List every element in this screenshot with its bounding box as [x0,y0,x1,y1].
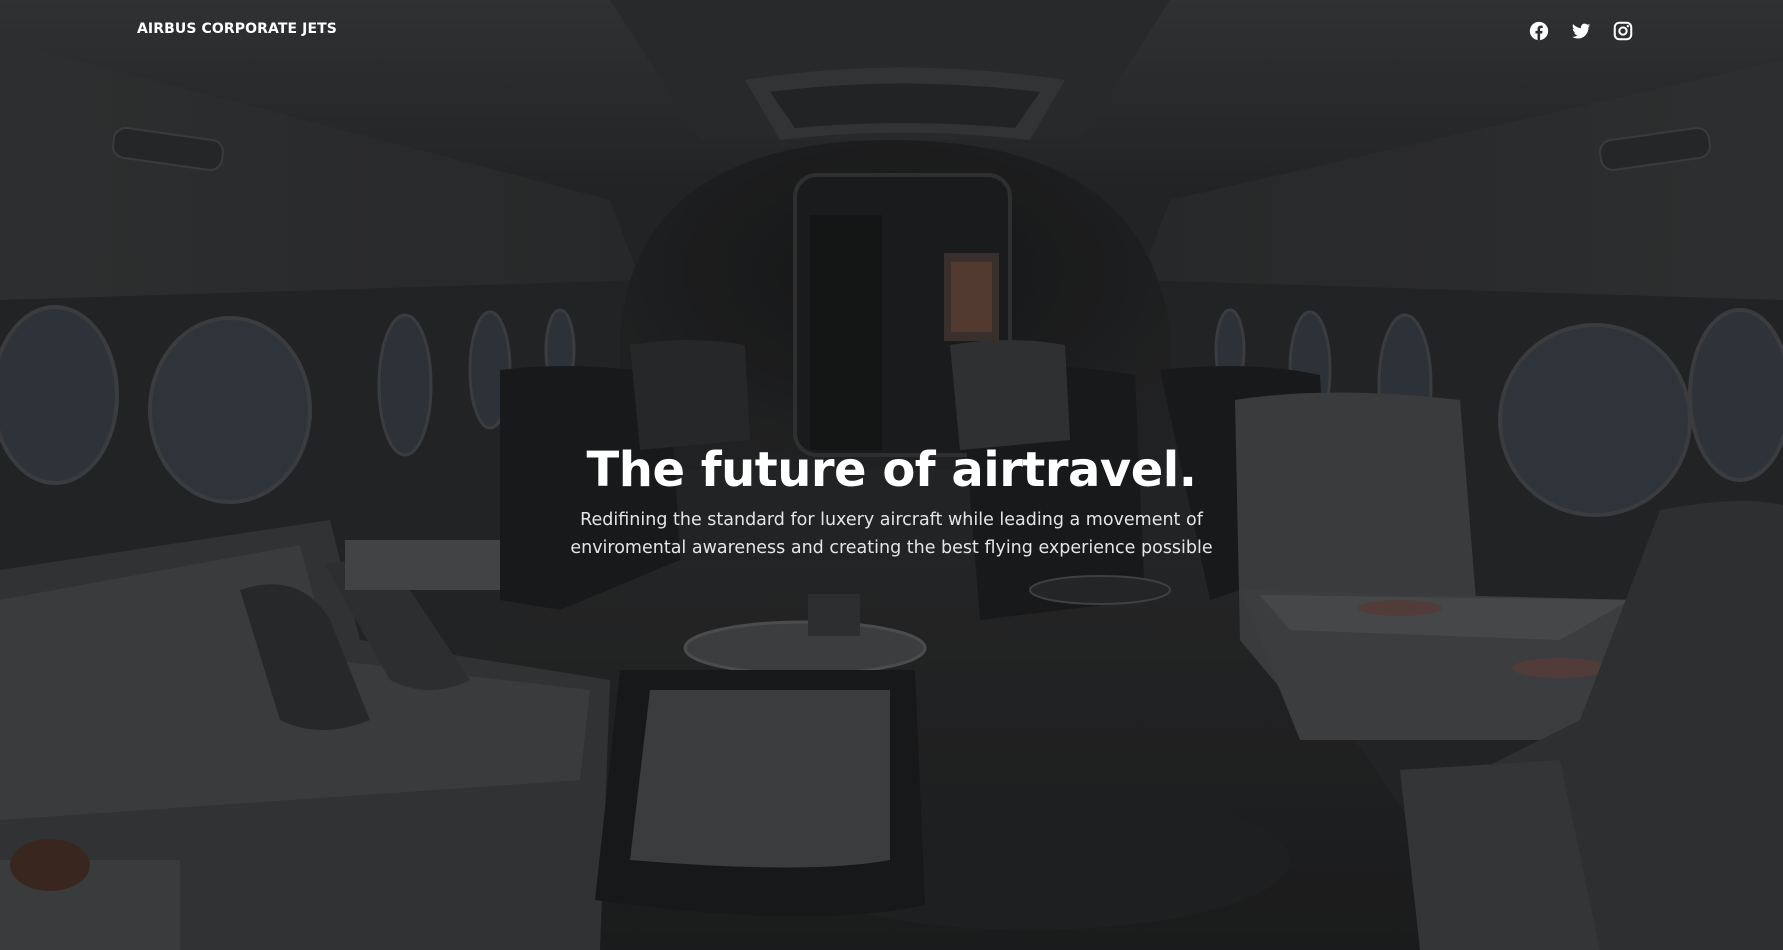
hero-subtitle: Redifining the standard for luxery aircr… [570,510,1213,558]
brand-logo-link[interactable]: AIRBUS CORPORATE JETS [137,21,337,37]
instagram-link[interactable] [1612,20,1634,42]
hero-title: The future of airtravel. [586,442,1197,498]
instagram-icon [1613,21,1633,41]
site-header: AIRBUS CORPORATE JETS [0,0,1783,62]
hero-section: The future of airtravel. Redifining the … [0,440,1783,562]
facebook-icon [1529,21,1549,41]
facebook-link[interactable] [1528,20,1550,42]
twitter-link[interactable] [1570,20,1592,42]
twitter-icon [1572,23,1591,39]
social-links [1528,20,1634,42]
